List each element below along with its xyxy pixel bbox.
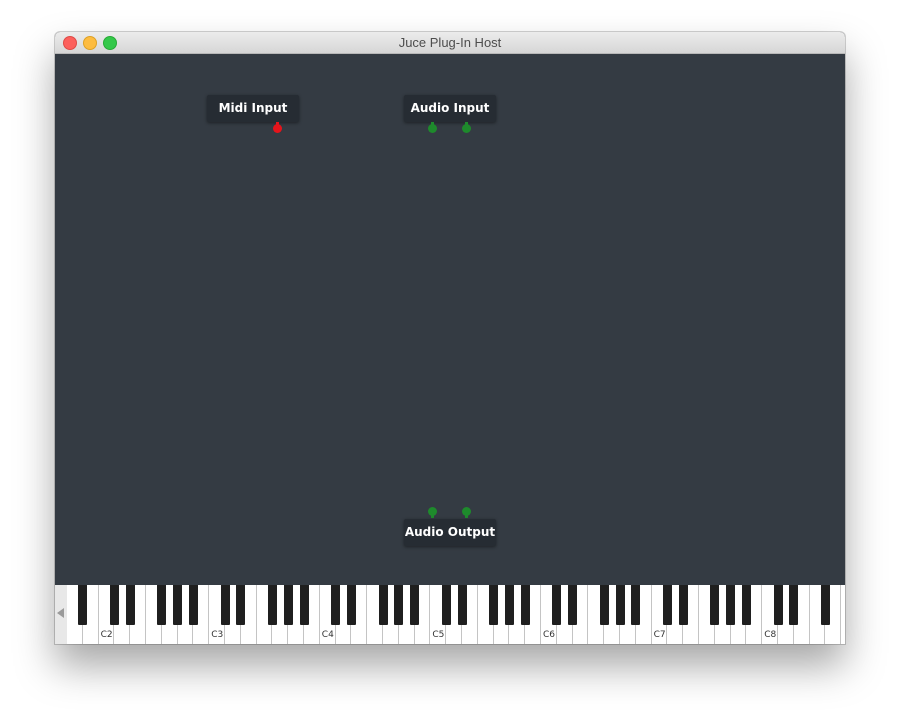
midi-output-pin[interactable] [273, 124, 282, 133]
graph-canvas[interactable]: Midi Input Audio Input Audio Output [55, 54, 845, 585]
white-key[interactable] [841, 585, 845, 644]
audio-input-out-pin-2[interactable] [462, 124, 471, 133]
octave-label: C6 [543, 630, 556, 640]
black-key[interactable] [109, 585, 119, 625]
black-key[interactable] [331, 585, 341, 625]
node-audio-input-label: Audio Input [410, 101, 490, 115]
black-key[interactable] [662, 585, 672, 625]
black-key[interactable] [773, 585, 783, 625]
octave-label: C5 [432, 630, 445, 640]
black-key[interactable] [631, 585, 641, 625]
black-key[interactable] [157, 585, 167, 625]
black-key[interactable] [789, 585, 799, 625]
octave-label: C3 [211, 630, 224, 640]
black-key[interactable] [710, 585, 720, 625]
octave-label: C2 [100, 630, 113, 640]
node-audio-input[interactable]: Audio Input [404, 95, 496, 122]
black-key[interactable] [441, 585, 451, 625]
black-key[interactable] [236, 585, 246, 625]
black-key[interactable] [726, 585, 736, 625]
black-key[interactable] [220, 585, 230, 625]
black-key[interactable] [346, 585, 356, 625]
audio-output-in-pin-1-stem [431, 512, 434, 518]
black-key[interactable] [615, 585, 625, 625]
black-key[interactable] [267, 585, 277, 625]
black-key[interactable] [188, 585, 198, 625]
black-key[interactable] [378, 585, 388, 625]
black-key[interactable] [173, 585, 183, 625]
black-key[interactable] [410, 585, 420, 625]
black-key[interactable] [78, 585, 88, 625]
midi-keyboard[interactable]: C2 C3 C4 C5 C6 C7 C8 [55, 585, 845, 644]
octave-label: C4 [321, 630, 334, 640]
black-key[interactable] [394, 585, 404, 625]
node-midi-input-label: Midi Input [218, 101, 288, 115]
node-audio-output-label: Audio Output [404, 525, 496, 539]
chevron-left-icon [57, 608, 64, 618]
black-key[interactable] [504, 585, 514, 625]
black-key[interactable] [299, 585, 309, 625]
node-audio-output[interactable]: Audio Output [404, 519, 496, 546]
black-key[interactable] [283, 585, 293, 625]
title-bar[interactable]: Juce Plug-In Host [55, 32, 845, 54]
black-key[interactable] [457, 585, 467, 625]
black-key[interactable] [125, 585, 135, 625]
black-key[interactable] [489, 585, 499, 625]
black-key[interactable] [599, 585, 609, 625]
black-key[interactable] [820, 585, 830, 625]
node-midi-input[interactable]: Midi Input [207, 95, 299, 122]
black-key[interactable] [552, 585, 562, 625]
black-key[interactable] [741, 585, 751, 625]
octave-label: C8 [764, 630, 777, 640]
audio-input-out-pin-1[interactable] [428, 124, 437, 133]
app-window: Juce Plug-In Host Midi Input Audio Input… [55, 32, 845, 644]
black-key[interactable] [520, 585, 530, 625]
window-title: Juce Plug-In Host [398, 35, 502, 50]
black-key[interactable] [568, 585, 578, 625]
audio-output-in-pin-2-stem [465, 512, 468, 518]
black-key[interactable] [678, 585, 688, 625]
octave-label: C7 [653, 630, 666, 640]
